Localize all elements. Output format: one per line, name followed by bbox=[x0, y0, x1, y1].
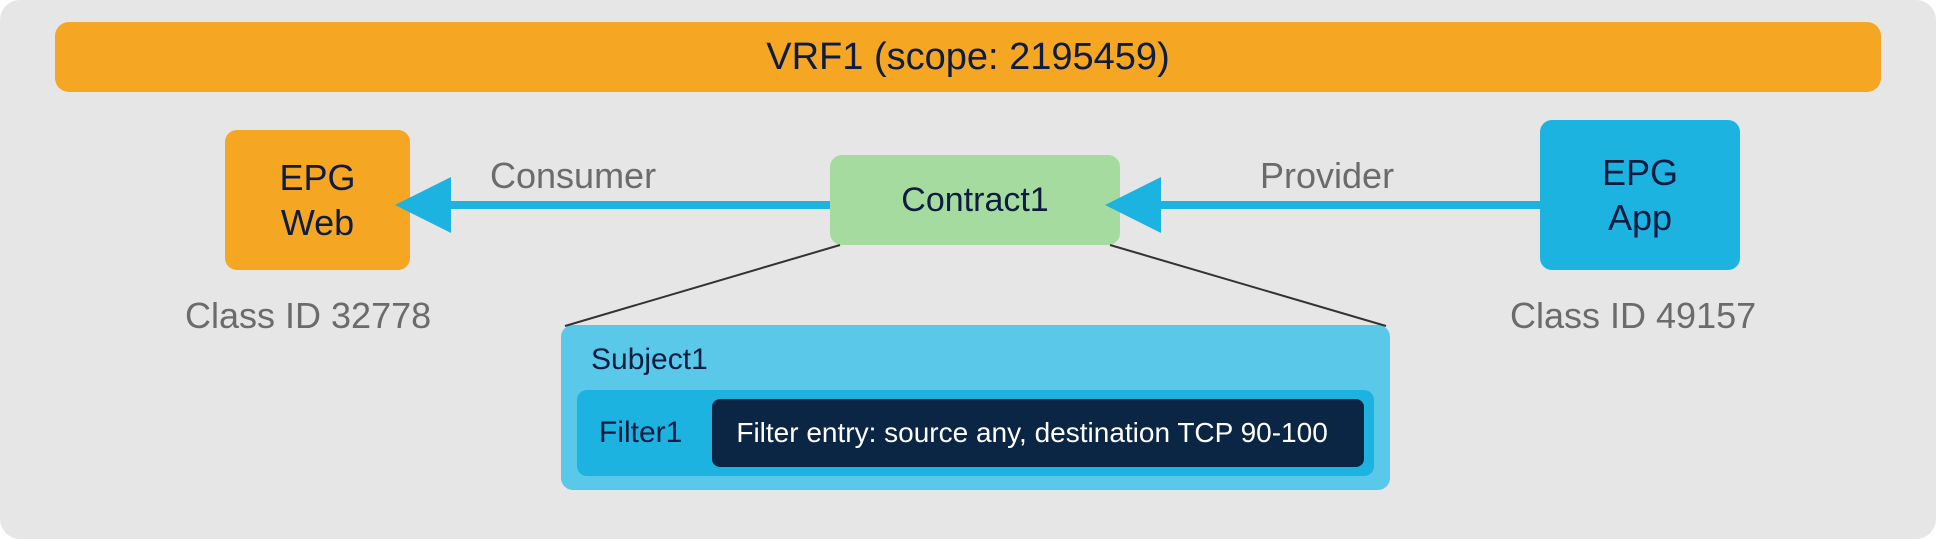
subject-label: Subject1 bbox=[591, 343, 708, 377]
epg-app-line1: EPG bbox=[1602, 152, 1678, 193]
epg-app-box: EPG App bbox=[1540, 120, 1740, 270]
filter-entry-text: Filter entry: source any, destination TC… bbox=[736, 417, 1327, 449]
epg-app-line2: App bbox=[1608, 197, 1672, 238]
contract-subject-connector-right bbox=[1110, 245, 1386, 326]
contract-subject-connector-left bbox=[565, 245, 840, 326]
filter-entry-box: Filter entry: source any, destination TC… bbox=[712, 399, 1364, 467]
epg-web-line2: Web bbox=[281, 202, 354, 243]
epg-web-line1: EPG bbox=[279, 157, 355, 198]
consumer-label: Consumer bbox=[490, 155, 656, 197]
diagram-canvas: VRF1 (scope: 2195459) EPG Web Class ID 3… bbox=[0, 0, 1936, 539]
epg-web-box: EPG Web bbox=[225, 130, 410, 270]
provider-label: Provider bbox=[1260, 155, 1394, 197]
epg-app-classid: Class ID 49157 bbox=[1510, 295, 1756, 337]
filter-label: Filter1 bbox=[599, 416, 682, 450]
epg-web-text: EPG Web bbox=[279, 155, 355, 245]
vrf-banner: VRF1 (scope: 2195459) bbox=[55, 22, 1881, 92]
epg-app-text: EPG App bbox=[1602, 150, 1678, 240]
contract-box: Contract1 bbox=[830, 155, 1120, 245]
epg-web-classid: Class ID 32778 bbox=[185, 295, 431, 337]
contract-label: Contract1 bbox=[901, 181, 1048, 220]
filter-box: Filter1 Filter entry: source any, destin… bbox=[577, 390, 1374, 476]
vrf-label: VRF1 (scope: 2195459) bbox=[766, 36, 1169, 79]
